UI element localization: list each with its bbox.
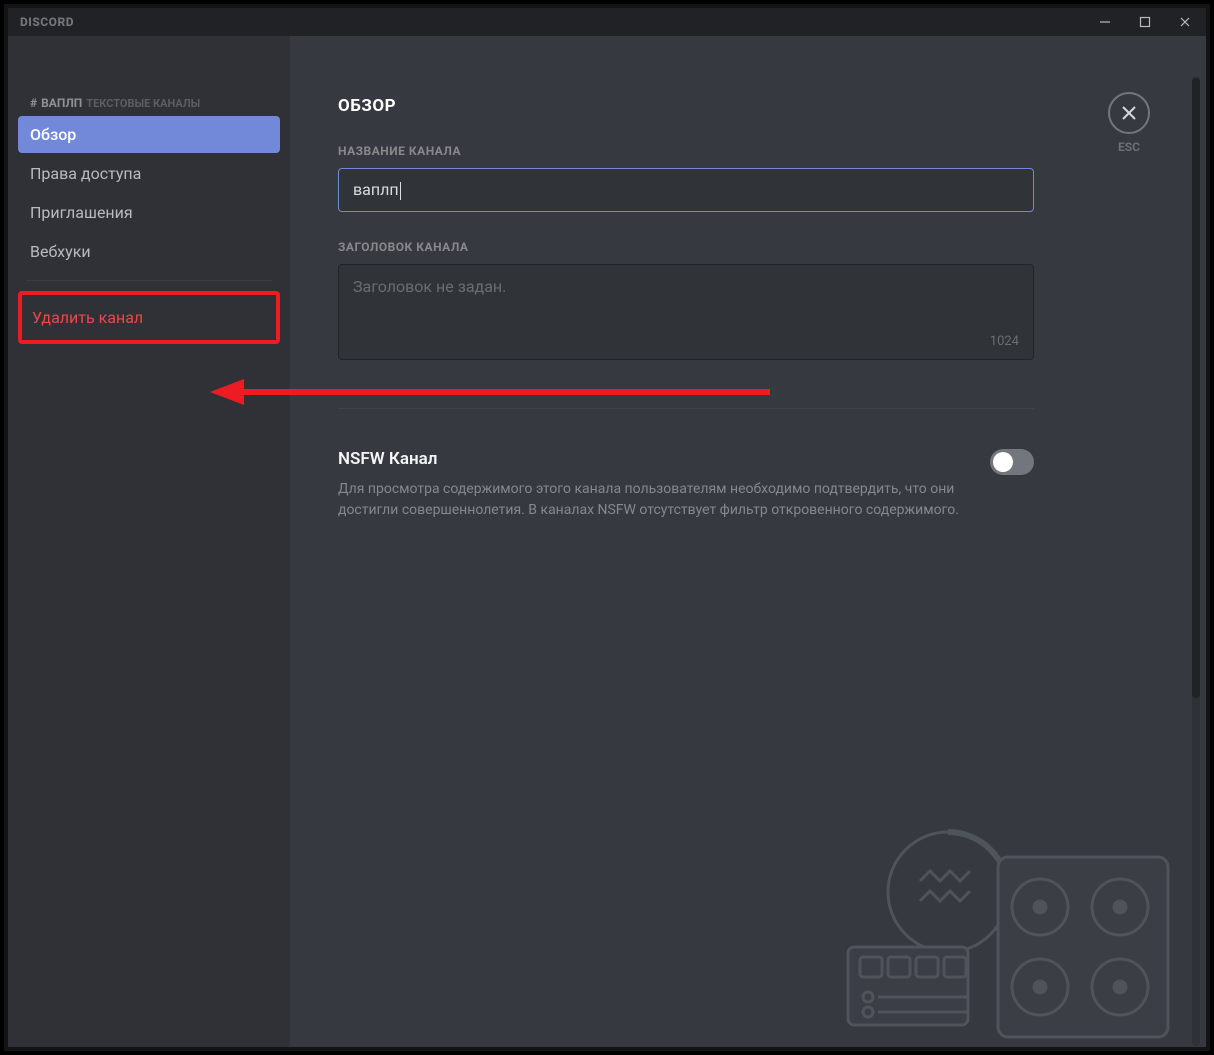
scrollbar-thumb[interactable] [1192, 78, 1200, 698]
channel-name-value: ваплп [353, 180, 399, 199]
channel-topic-placeholder: Заголовок не задан. [353, 277, 1019, 296]
sidebar-header: # ВАПЛП ТЕКСТОВЫЕ КАНАЛЫ [18, 96, 280, 116]
channel-type-label: ТЕКСТОВЫЕ КАНАЛЫ [86, 97, 200, 110]
channel-topic-field-label: ЗАГОЛОВОК КАНАЛА [338, 240, 1150, 254]
page-title: ОБЗОР [338, 96, 1150, 116]
channel-topic-counter: 1024 [990, 334, 1019, 349]
nsfw-description: Для просмотра содержимого этого канала п… [338, 479, 978, 522]
titlebar: DISCORD [8, 8, 1206, 36]
settings-sidebar: # ВАПЛП ТЕКСТОВЫЕ КАНАЛЫ Обзор Права дос… [8, 36, 290, 1047]
sidebar-item-overview[interactable]: Обзор [18, 116, 280, 153]
channel-topic-input[interactable]: Заголовок не задан. 1024 [338, 264, 1034, 360]
toggle-knob [993, 452, 1013, 472]
close-settings-button[interactable] [1108, 92, 1150, 134]
sidebar-item-permissions[interactable]: Права доступа [18, 155, 280, 192]
nsfw-title: NSFW Канал [338, 449, 978, 469]
sidebar-divider [26, 280, 272, 281]
close-icon [1120, 104, 1138, 122]
window-maximize-button[interactable] [1132, 11, 1158, 33]
decorative-illustration [818, 797, 1178, 1047]
esc-label: ESC [1108, 140, 1150, 154]
sidebar-item-invites[interactable]: Приглашения [18, 194, 280, 231]
channel-name-label: ВАПЛП [41, 96, 82, 110]
section-divider [338, 408, 1034, 409]
sidebar-item-webhooks[interactable]: Вебхуки [18, 233, 280, 270]
sidebar-item-delete-channel[interactable]: Удалить канал [18, 291, 280, 344]
channel-name-field-label: НАЗВАНИЕ КАНАЛА [338, 144, 1150, 158]
main-pane: ОБЗОР НАЗВАНИЕ КАНАЛА ваплп ЗАГОЛОВОК КА… [290, 36, 1206, 1047]
hash-icon: # [30, 96, 37, 110]
app-logo: DISCORD [20, 15, 74, 29]
window-close-button[interactable] [1172, 11, 1198, 33]
nsfw-toggle[interactable] [990, 449, 1034, 475]
channel-name-input[interactable]: ваплп [338, 168, 1034, 212]
window-minimize-button[interactable] [1092, 11, 1118, 33]
